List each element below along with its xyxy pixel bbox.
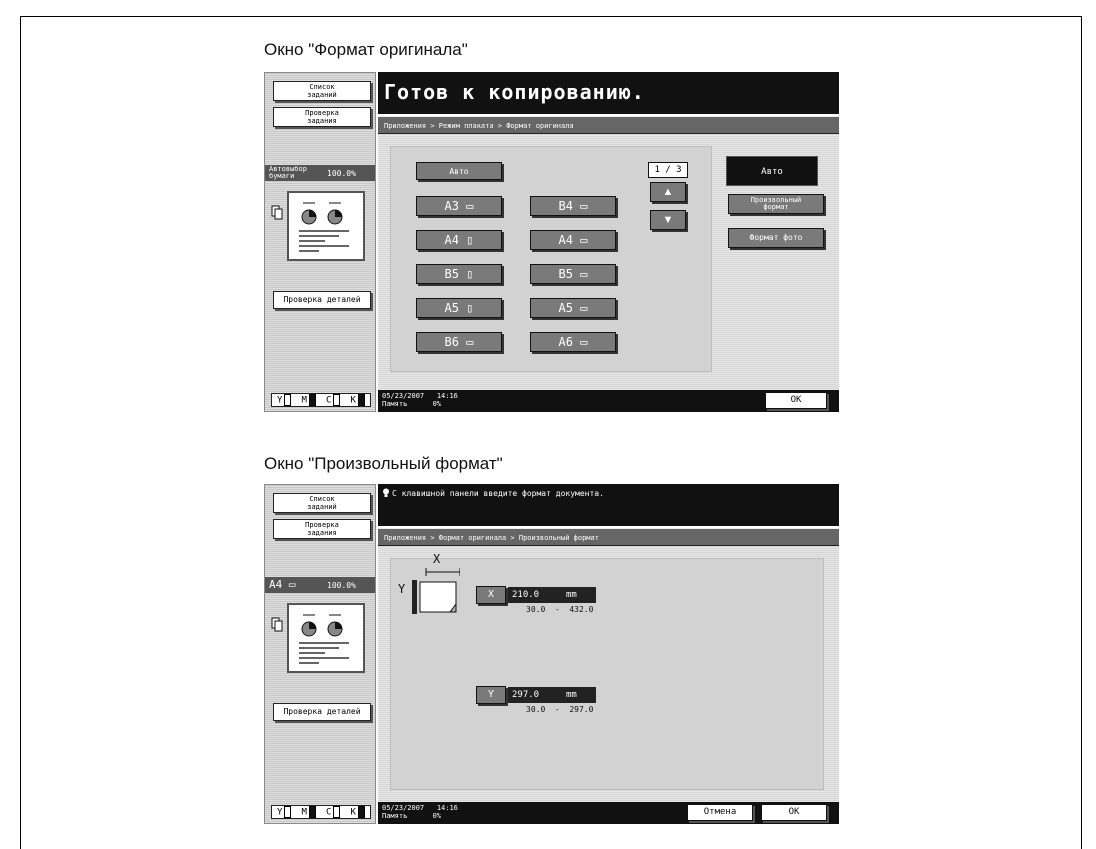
main-area: Авто A3 ▭ B4 ▭ A4 ▯ A4 ▭ B5 ▯ B5 ▭ A5 ▯ … [378,134,839,390]
job-list-button[interactable]: Список заданий [273,493,371,513]
caption-original-format: Окно "Формат оригинала" [264,40,468,59]
size-a6-landscape-button[interactable]: A6 ▭ [530,332,616,352]
detail-check-button[interactable]: Проверка деталей [273,703,371,721]
auto-selected-button[interactable]: Авто [726,156,818,186]
zoom-value: 100.0% [327,169,356,178]
x-value: 210.0 [512,590,540,600]
status-bar: 05/23/2007 14:16 Память 0% OK [378,390,839,412]
paper-label: Автовыбор бумаги [269,165,307,180]
paper-status-bar: A4 ▭ 100.0% [265,577,375,593]
size-a5-portrait-button[interactable]: A5 ▯ [416,298,502,318]
title-bar: Готов к копированию. [378,72,839,114]
size-b4-landscape-button[interactable]: B4 ▭ [530,196,616,216]
auto-button[interactable]: Авто [416,162,502,180]
breadcrumb: Приложения > Формат оригинала > Произвол… [378,528,839,546]
x-unit: mm [566,590,577,600]
preview-thumbnail [287,603,365,673]
preview-image [299,614,349,664]
y-input-button[interactable]: Y [476,686,506,704]
status-bar: 05/23/2007 14:16 Память 0% Отмена OK [378,802,839,824]
size-a4-portrait-button[interactable]: A4 ▯ [416,230,502,250]
diagram-y-label: Y [398,582,406,596]
toner-c: C [326,394,341,406]
size-a3-landscape-button[interactable]: A3 ▭ [416,196,502,216]
photo-size-button[interactable]: Формат фото [728,228,824,248]
screen-custom-format: Список заданий Проверка задания A4 ▭ 100… [264,484,839,824]
caption-custom-format: Окно "Произвольный формат" [264,454,503,473]
paper-label: A4 ▭ [269,578,296,591]
toner-k: K [351,806,365,818]
toner-levels: Y M C K [271,393,371,407]
screen-original-format: Список заданий Проверка задания Автовыбо… [264,72,839,412]
paper-diagram-icon [412,568,460,614]
size-b6-landscape-button[interactable]: B6 ▭ [416,332,502,352]
copies-icon [271,205,283,220]
job-check-button[interactable]: Проверка задания [273,107,371,127]
arrow-down-icon: ▼ [662,214,674,226]
size-a5-landscape-button[interactable]: A5 ▭ [530,298,616,318]
cancel-button[interactable]: Отмена [687,804,753,821]
instruction-message: С клавишной панели введите формат докуме… [392,489,604,498]
copies-icon [271,617,283,632]
toner-levels: Y M C K [271,805,371,819]
x-input-button[interactable]: X [476,586,506,604]
page-indicator: 1 / 3 [648,162,688,178]
arrow-up-icon: ▲ [662,186,674,198]
y-value: 297.0 [512,690,540,700]
left-panel: Список заданий Проверка задания Автовыбо… [264,72,376,412]
y-unit: mm [566,690,577,700]
toner-m: M [302,806,316,818]
lightbulb-icon [383,488,389,497]
toner-c: C [326,806,341,818]
job-list-button[interactable]: Список заданий [273,81,371,101]
y-value-field[interactable]: 297.0 mm [508,687,596,703]
left-panel: Список заданий Проверка задания A4 ▭ 100… [264,484,376,824]
y-range: 30.0 - 297.0 [526,705,594,714]
diagram-x-label: X [433,552,441,566]
status-title: Готов к копированию. [384,80,645,104]
toner-y: Y [277,806,292,818]
ok-button[interactable]: OK [761,804,827,821]
toner-y: Y [277,394,292,406]
size-b5-landscape-button[interactable]: B5 ▭ [530,264,616,284]
message-bar: С клавишной панели введите формат докуме… [378,484,839,526]
size-a4-landscape-button[interactable]: A4 ▭ [530,230,616,250]
zoom-value: 100.0% [327,581,356,590]
toner-k: K [351,394,365,406]
ok-button[interactable]: OK [765,392,827,409]
x-value-field[interactable]: 210.0 mm [508,587,596,603]
page-down-button[interactable]: ▼ [650,210,686,230]
page-up-button[interactable]: ▲ [650,182,686,202]
detail-check-button[interactable]: Проверка деталей [273,291,371,309]
paper-status-bar: Автовыбор бумаги 100.0% [265,165,375,181]
job-check-button[interactable]: Проверка задания [273,519,371,539]
main-area: X Y X 210.0 mm 30.0 - 432.0 Y 297.0 mm 3… [378,546,839,802]
datetime: 05/23/2007 14:16 Память 0% [382,392,458,408]
x-range: 30.0 - 432.0 [526,605,594,614]
size-b5-portrait-button[interactable]: B5 ▯ [416,264,502,284]
breadcrumb: Приложения > Режим плаката > Формат ориг… [378,116,839,134]
datetime: 05/23/2007 14:16 Память 0% [382,804,458,820]
custom-size-button[interactable]: Произвольный формат [728,194,824,214]
preview-image [299,202,349,252]
toner-m: M [302,394,316,406]
preview-thumbnail [287,191,365,261]
